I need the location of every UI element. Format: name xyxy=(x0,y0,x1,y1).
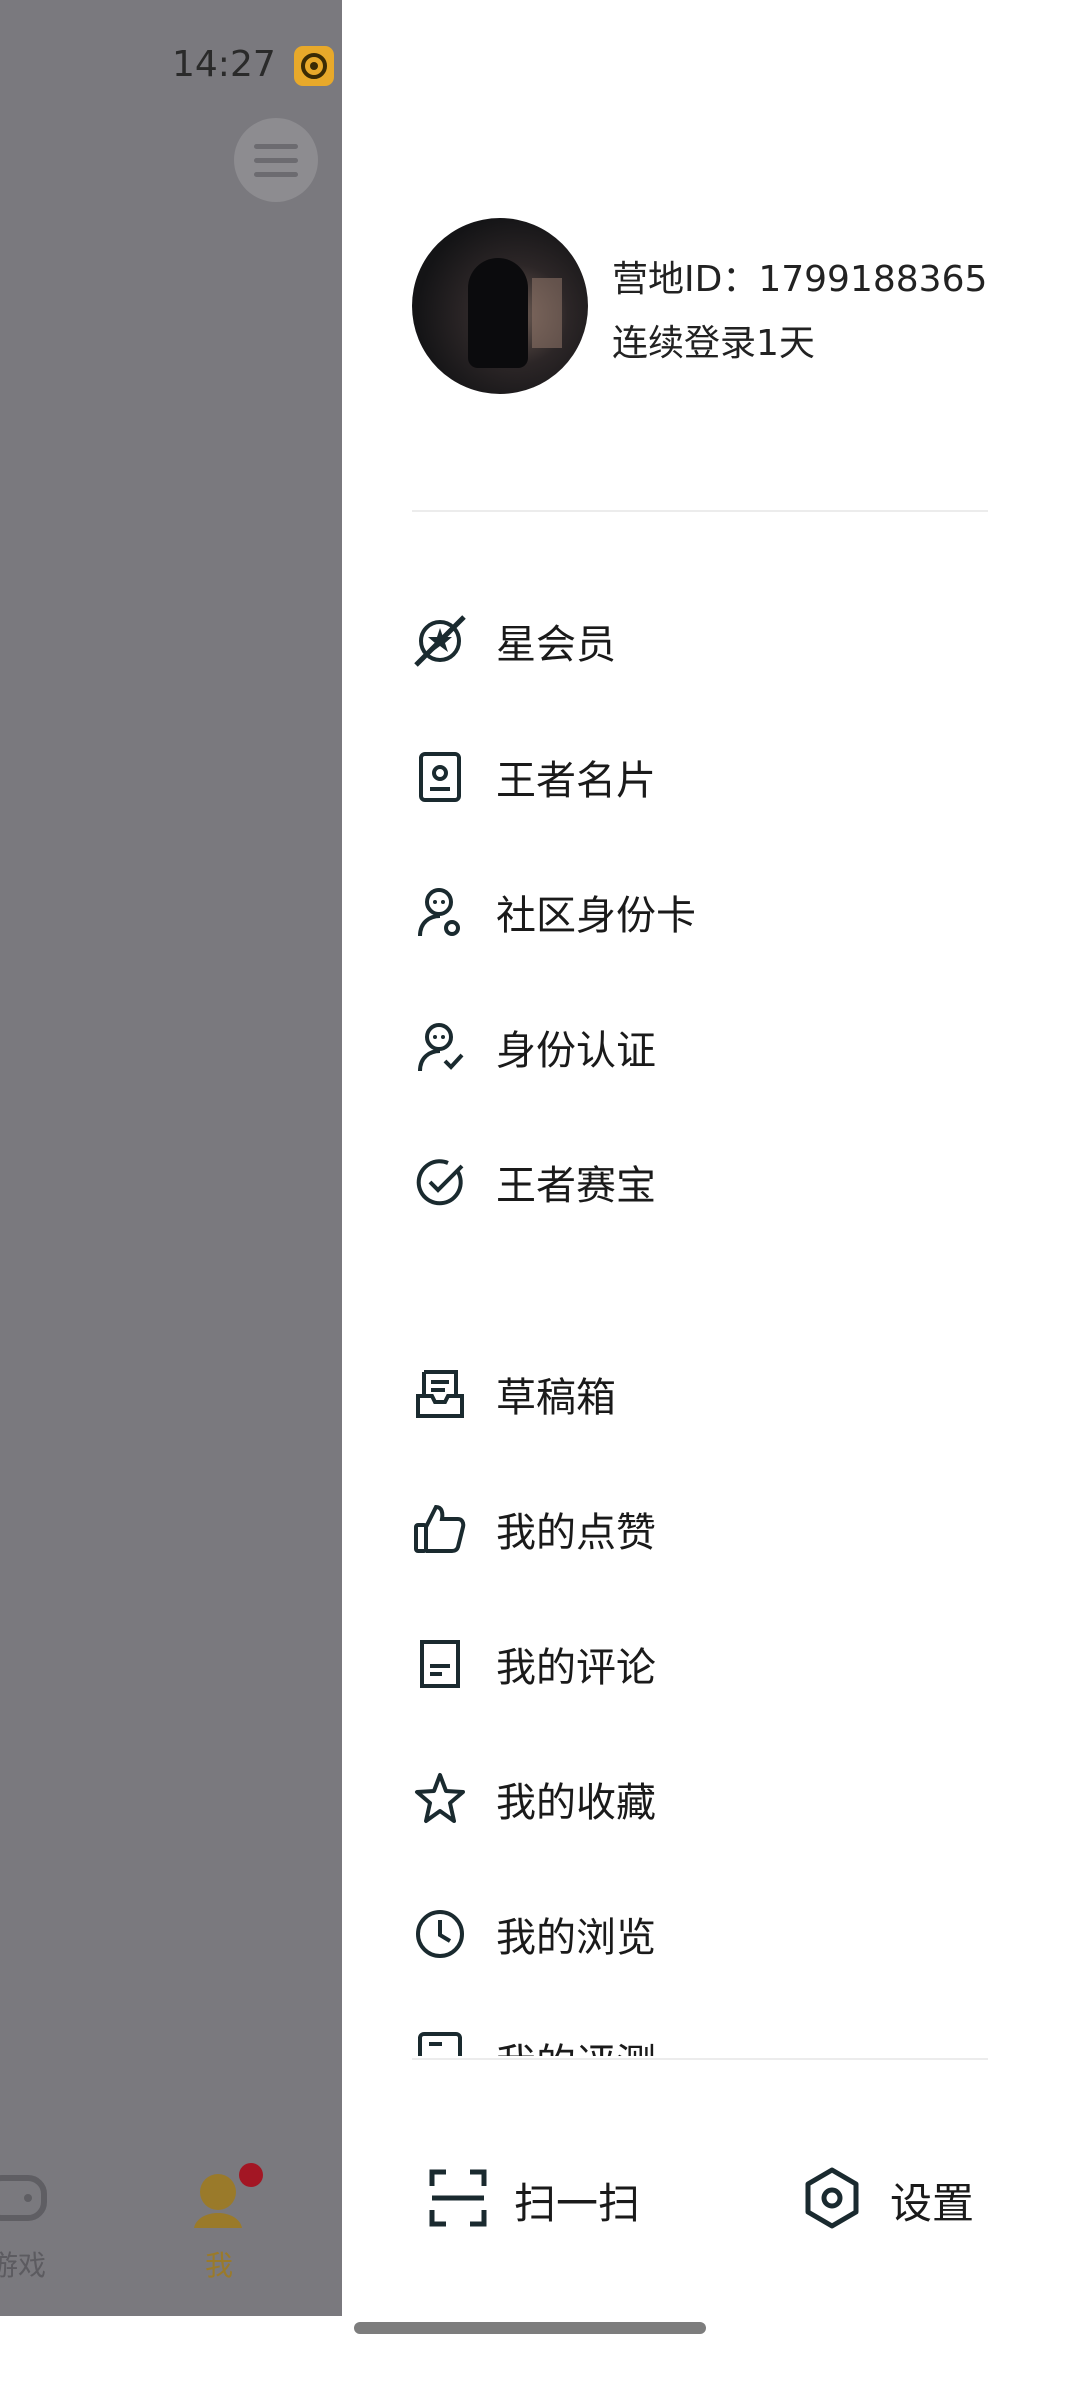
menu-item-label: 王者赛宝 xyxy=(496,1163,656,1209)
scan-icon xyxy=(428,2168,488,2232)
menu-item-label: 草稿箱 xyxy=(496,1375,616,1421)
avatar[interactable] xyxy=(412,218,588,394)
gamepad-icon xyxy=(0,2175,47,2221)
menu-icon xyxy=(234,118,318,202)
background-app-overlay[interactable]: 游戏 我 xyxy=(0,0,342,2316)
login-streak: 连续登录1天 xyxy=(612,323,815,364)
notification-app-icon-1 xyxy=(294,46,334,86)
tab-me-label: 我 xyxy=(205,2249,234,2282)
menu-item-label: 星会员 xyxy=(496,622,616,668)
menu-item-label: 我的点赞 xyxy=(496,1510,656,1556)
settings-icon xyxy=(800,2166,864,2234)
menu-item-community-id[interactable]: 社区身份卡 xyxy=(412,867,988,957)
menu-item-my-reviews[interactable]: 我的评测 xyxy=(412,2000,988,2056)
menu-item-label: 我的浏览 xyxy=(496,1915,656,1961)
notification-dot xyxy=(239,2163,263,2187)
menu-item-label: 我的收藏 xyxy=(496,1780,656,1826)
menu-item-my-history[interactable]: 我的浏览 xyxy=(412,1889,988,1979)
menu-item-drafts[interactable]: 草稿箱 xyxy=(412,1349,988,1439)
settings-label: 设置 xyxy=(890,2178,975,2228)
review-icon xyxy=(412,2030,468,2056)
status-time: 14:27 xyxy=(172,44,276,85)
menu-item-label: 王者名片 xyxy=(496,758,656,804)
star-outline-icon xyxy=(412,1771,468,1827)
menu-item-label: 我的评论 xyxy=(496,1645,656,1691)
home-indicator[interactable] xyxy=(354,2322,706,2334)
profile-divider xyxy=(412,510,988,512)
menu-item-my-comments[interactable]: 我的评论 xyxy=(412,1619,988,1709)
user-icon xyxy=(194,2174,242,2228)
star-member-icon xyxy=(412,613,468,669)
menu-item-my-likes[interactable]: 我的点赞 xyxy=(412,1484,988,1574)
tab-game-label: 游戏 xyxy=(0,2249,47,2282)
scan-button[interactable]: 扫一扫 xyxy=(428,2160,640,2240)
menu-item-label: 我的评测 xyxy=(496,2031,656,2056)
scan-label: 扫一扫 xyxy=(514,2178,641,2228)
settings-button[interactable]: 设置 xyxy=(800,2160,974,2240)
thumbs-up-icon xyxy=(412,1501,468,1557)
check-circle-icon xyxy=(412,1154,468,1210)
menu-item-star-member[interactable]: 星会员 xyxy=(412,596,988,686)
menu-item-label: 身份认证 xyxy=(496,1028,656,1074)
menu-item-my-favorites[interactable]: 我的收藏 xyxy=(412,1754,988,1844)
comment-document-icon xyxy=(412,1636,468,1692)
menu-item-label: 社区身份卡 xyxy=(496,893,696,939)
id-card-icon xyxy=(412,749,468,805)
bottom-divider xyxy=(412,2058,988,2060)
verify-identity-icon xyxy=(412,1019,468,1075)
drafts-inbox-icon xyxy=(412,1366,468,1422)
menu-item-honor-esports[interactable]: 王者赛宝 xyxy=(412,1137,988,1227)
community-identity-icon xyxy=(412,884,468,940)
menu-item-identity-verify[interactable]: 身份认证 xyxy=(412,1002,988,1092)
clock-icon xyxy=(412,1906,468,1962)
menu-item-honor-card[interactable]: 王者名片 xyxy=(412,732,988,822)
profile-id: 营地ID：1799188365 xyxy=(612,259,988,300)
